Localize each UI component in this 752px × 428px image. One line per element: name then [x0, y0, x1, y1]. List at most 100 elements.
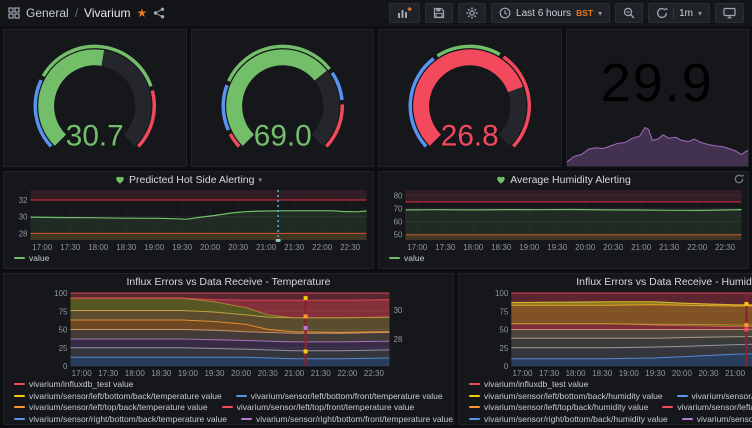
- svg-text:0: 0: [504, 362, 509, 371]
- svg-text:18:00: 18:00: [566, 369, 587, 378]
- breadcrumb-section[interactable]: General: [26, 6, 69, 20]
- hot-side-alert-chart: 17:0017:3018:0018:3019:0019:3020:0020:30…: [4, 187, 373, 253]
- svg-text:21:30: 21:30: [659, 243, 680, 252]
- star-icon[interactable]: ★: [137, 7, 148, 19]
- legend-swatch: [469, 406, 480, 408]
- svg-text:22:00: 22:00: [337, 369, 358, 378]
- gauge-panel-1[interactable]: 30.7: [3, 29, 187, 167]
- panel-title-bar[interactable]: Predicted Hot Side Alerting ▾: [4, 172, 373, 187]
- legend-label: vivarium/influxdb_test value: [29, 379, 133, 390]
- time-range-picker[interactable]: Last 6 hours BST ▾: [491, 3, 610, 23]
- stat-panel[interactable]: 29.9: [566, 29, 750, 167]
- svg-text:20:00: 20:00: [575, 243, 596, 252]
- legend-label: value: [404, 253, 424, 264]
- legend-item[interactable]: vivarium/sensor/left/bottom/back/humidit…: [469, 391, 663, 402]
- legend-label: vivarium/sensor/right/bottom/front/humid…: [697, 414, 752, 425]
- chevron-down-icon: ▾: [258, 176, 262, 184]
- panel-average-humidity-alerting[interactable]: Average Humidity Alerting 17:0017:3018:0…: [378, 171, 749, 269]
- legend-item[interactable]: vivarium/sensor/right/bottom/back/humidi…: [469, 414, 668, 425]
- svg-text:25: 25: [499, 344, 508, 353]
- legend-item[interactable]: vivarium/sensor/left/bottom/front/temper…: [236, 391, 443, 402]
- alert-row: Predicted Hot Side Alerting ▾ 17:0017:30…: [3, 171, 749, 269]
- svg-text:60: 60: [394, 218, 403, 227]
- svg-text:20:00: 20:00: [672, 369, 693, 378]
- gauge-panel-3[interactable]: 26.8: [378, 29, 562, 167]
- svg-text:19:30: 19:30: [645, 369, 666, 378]
- svg-text:17:30: 17:30: [60, 243, 81, 252]
- dashboard-grid-icon[interactable]: [8, 7, 20, 19]
- humidity-alert-chart: 17:0017:3018:0018:3019:0019:3020:0020:30…: [379, 187, 748, 253]
- legend-swatch: [14, 257, 25, 259]
- svg-text:30.7: 30.7: [66, 120, 124, 153]
- svg-text:18:30: 18:30: [151, 369, 172, 378]
- svg-text:17:00: 17:00: [512, 369, 533, 378]
- svg-text:21:00: 21:00: [725, 369, 746, 378]
- legend-swatch: [469, 395, 480, 397]
- legend-item[interactable]: vivarium/sensor/left/top/back/temperatur…: [14, 402, 208, 413]
- legend-label: value: [29, 253, 49, 264]
- zoom-out-time-button[interactable]: [615, 3, 643, 23]
- gauge-row: 30.7 69.0 26.8 29.9: [3, 29, 749, 167]
- legend-item[interactable]: vivarium/sensor/left/bottom/back/tempera…: [14, 391, 222, 402]
- panel-predicted-hot-side-alerting[interactable]: Predicted Hot Side Alerting ▾ 17:0017:30…: [3, 171, 374, 269]
- top-navbar: General / Vivarium ★: [0, 0, 752, 26]
- panel-title-bar[interactable]: Influx Errors vs Data Receive - Temperat…: [4, 274, 453, 289]
- svg-text:30: 30: [393, 306, 402, 315]
- save-dashboard-button[interactable]: [425, 3, 453, 23]
- refresh-picker[interactable]: 1m ▾: [648, 3, 710, 23]
- timezone-badge: BST: [576, 8, 593, 18]
- svg-text:17:30: 17:30: [435, 243, 456, 252]
- panel-refresh-icon[interactable]: [734, 174, 744, 184]
- svg-text:18:30: 18:30: [491, 243, 512, 252]
- legend-swatch: [14, 418, 25, 420]
- svg-text:75: 75: [59, 307, 68, 316]
- legend-item[interactable]: vivarium/sensor/right/bottom/front/humid…: [682, 414, 752, 425]
- share-icon[interactable]: [153, 7, 165, 19]
- legend-swatch: [222, 406, 233, 408]
- chart-legend: value: [379, 253, 748, 266]
- legend-label: vivarium/sensor/left/top/front/humidity …: [677, 402, 752, 413]
- legend-swatch: [469, 383, 480, 385]
- svg-text:21:30: 21:30: [311, 369, 332, 378]
- legend-item[interactable]: vivarium/influxdb_test value: [469, 379, 588, 390]
- legend-item[interactable]: vivarium/sensor/left/top/back/humidity v…: [469, 402, 648, 413]
- panel-influx-errors-temperature[interactable]: Influx Errors vs Data Receive - Temperat…: [3, 273, 454, 425]
- svg-text:50: 50: [59, 326, 68, 335]
- svg-text:22:30: 22:30: [715, 243, 736, 252]
- legend-label: vivarium/influxdb_test value: [484, 379, 588, 390]
- legend-swatch: [662, 406, 673, 408]
- legend-swatch: [469, 418, 480, 420]
- panel-title-bar[interactable]: Influx Errors vs Data Receive - Humidity: [459, 274, 752, 289]
- svg-text:18:00: 18:00: [463, 243, 484, 252]
- svg-text:18:00: 18:00: [125, 369, 146, 378]
- panel-influx-errors-humidity[interactable]: Influx Errors vs Data Receive - Humidity…: [458, 273, 752, 425]
- svg-text:69.0: 69.0: [253, 120, 311, 153]
- add-panel-button[interactable]: [389, 3, 420, 23]
- legend-item[interactable]: vivarium/sensor/right/bottom/front/tempe…: [241, 414, 453, 425]
- legend-swatch: [14, 383, 25, 385]
- legend-item[interactable]: vivarium/sensor/right/bottom/back/temper…: [14, 414, 227, 425]
- chart-legend: value: [4, 253, 373, 266]
- legend-label: vivarium/sensor/right/bottom/front/tempe…: [256, 414, 453, 425]
- panel-title-bar[interactable]: Average Humidity Alerting: [379, 172, 748, 187]
- svg-text:20:00: 20:00: [200, 243, 221, 252]
- breadcrumb-page-title[interactable]: Vivarium: [84, 6, 130, 20]
- legend-item[interactable]: value: [14, 253, 49, 264]
- gauge-panel-2[interactable]: 69.0: [191, 29, 375, 167]
- svg-text:20:00: 20:00: [231, 369, 252, 378]
- legend-item[interactable]: vivarium/sensor/left/bottom/front/humidi…: [677, 391, 752, 402]
- legend-swatch: [14, 395, 25, 397]
- svg-text:18:30: 18:30: [116, 243, 137, 252]
- legend-item[interactable]: vivarium/sensor/left/top/front/temperatu…: [222, 402, 415, 413]
- legend-item[interactable]: vivarium/sensor/left/top/front/humidity …: [662, 402, 752, 413]
- influx-row: Influx Errors vs Data Receive - Temperat…: [3, 273, 749, 425]
- dashboard-settings-button[interactable]: [458, 3, 486, 23]
- cycle-view-mode-button[interactable]: [715, 3, 744, 23]
- svg-text:19:30: 19:30: [204, 369, 225, 378]
- legend-item[interactable]: value: [389, 253, 424, 264]
- svg-text:21:00: 21:00: [631, 243, 652, 252]
- gauge-cool-side: 26.8: [379, 30, 561, 164]
- svg-text:20:30: 20:30: [603, 243, 624, 252]
- svg-text:20:30: 20:30: [698, 369, 719, 378]
- legend-item[interactable]: vivarium/influxdb_test value: [14, 379, 133, 390]
